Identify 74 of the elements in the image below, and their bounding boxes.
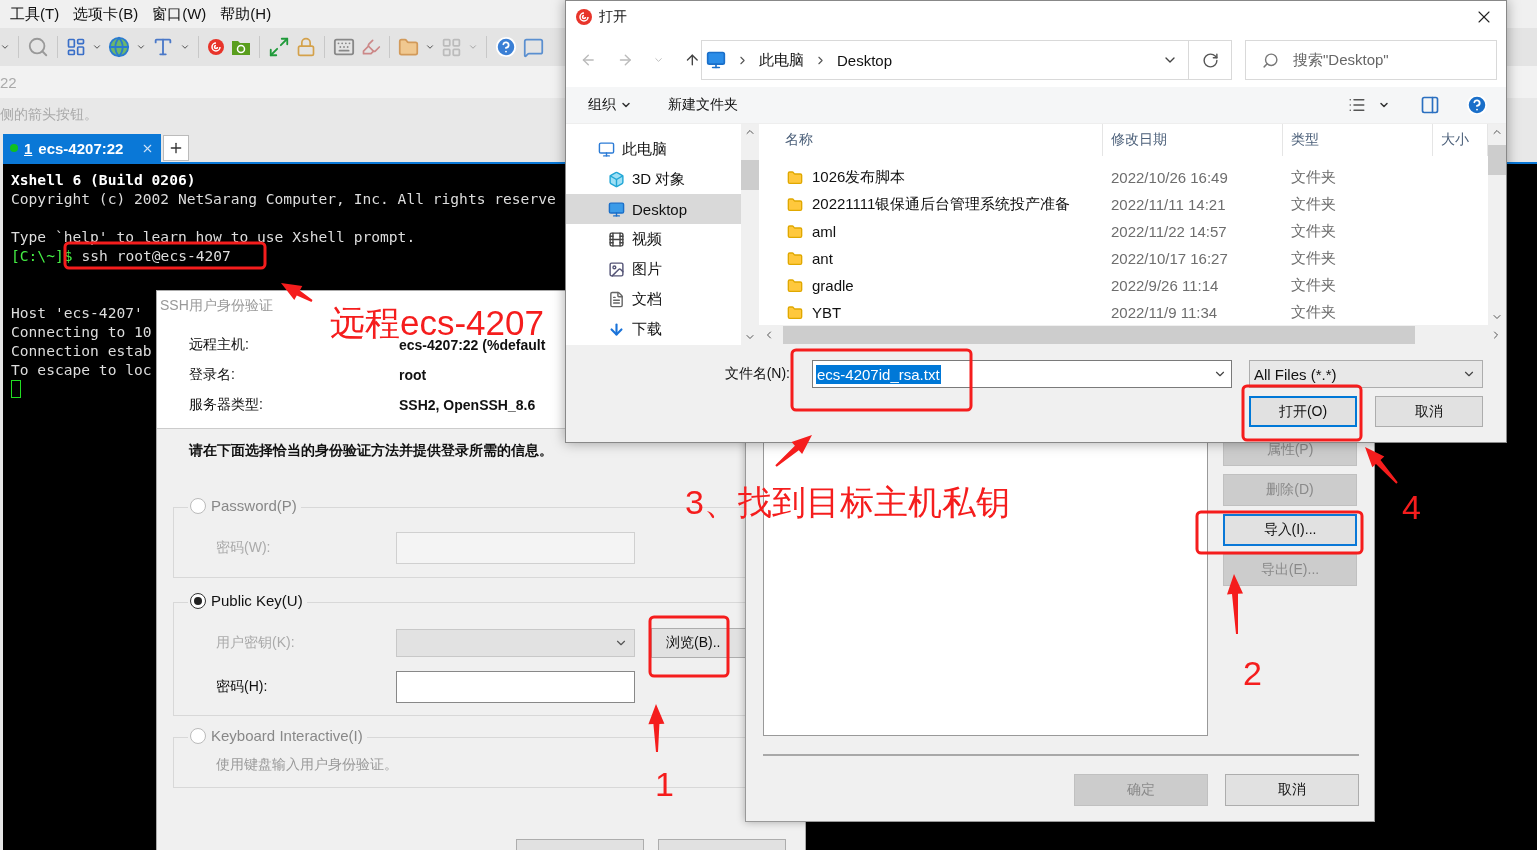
file-type: 文件夹 — [1290, 276, 1337, 295]
file-type-select[interactable]: All Files (*.*) — [1249, 360, 1483, 388]
info-value: ecs-4207:22 (%default — [399, 337, 546, 353]
file-type: 文件夹 — [1290, 222, 1337, 241]
menu-item[interactable]: 选项卡(B) — [66, 4, 146, 24]
info-label: 远程主机: — [189, 336, 250, 354]
file-name[interactable]: gradle — [812, 277, 854, 294]
terminal-line: Connecting to 10 — [11, 323, 152, 340]
session-tab[interactable]: 1 ecs-4207:22 — [3, 134, 161, 162]
info-value: root — [399, 367, 427, 383]
terminal-line: To escape to loc — [11, 361, 152, 378]
terminal-line: Type `help' to learn how to use Xshell prompt. — [11, 228, 416, 245]
address-text: 22 — [0, 73, 17, 91]
file-type: 文件夹 — [1290, 303, 1337, 322]
step-number: 1 — [655, 767, 674, 801]
annotation-text: 远程ecs-4207 — [330, 305, 544, 340]
nav-item[interactable]: 此电脑 — [566, 134, 741, 164]
nav-item[interactable]: 图片 — [566, 254, 741, 284]
dialog-button[interactable]: 打开(O) — [1249, 396, 1357, 427]
terminal-command: ssh root@ecs-4207 — [81, 247, 231, 264]
filename-field[interactable]: ecs-4207id_rsa.txt — [812, 360, 1232, 388]
file-type: 文件夹 — [1290, 195, 1337, 214]
dialog-title: SSH用户身份验证 — [160, 297, 273, 313]
menu-item[interactable]: 帮助(H) — [213, 4, 279, 24]
info-value: SSH2, OpenSSH_8.6 — [399, 397, 536, 413]
column-header[interactable]: 修改日期 — [1103, 124, 1283, 156]
info-label: 登录名: — [189, 366, 236, 384]
file-date: 2022/10/26 16:49 — [1110, 169, 1229, 186]
terminal-line: Host 'ecs-4207' — [11, 304, 143, 321]
file-type: 文件夹 — [1290, 249, 1337, 268]
terminal-line: Xshell 6 (Build 0206) — [11, 171, 196, 188]
path-segment[interactable]: Desktop — [837, 51, 893, 69]
dialog-button[interactable]: 取消 — [1375, 396, 1483, 427]
toolbar-button[interactable]: 新建文件夹 — [668, 96, 738, 114]
info-label: 服务器类型: — [189, 396, 264, 414]
file-name[interactable]: 20221111银保通后台管理系统投产准备 — [812, 195, 1071, 214]
nav-item[interactable]: 文档 — [566, 284, 741, 314]
method-description: 使用键盘输入用户身份验证。 — [216, 756, 399, 774]
instruction-text: 请在下面选择恰当的身份验证方法并提供登录所需的信息。 — [189, 442, 553, 458]
nav-item[interactable]: 视频 — [566, 224, 741, 254]
dialog-button[interactable]: 取消 — [1225, 774, 1359, 806]
filename-label: 文件名(N): — [723, 365, 790, 383]
field-label: 用户密钥(K): — [216, 634, 296, 652]
field-label: 密码(W): — [216, 539, 272, 557]
file-name[interactable]: aml — [812, 223, 837, 240]
column-header[interactable]: 类型 — [1283, 124, 1433, 156]
file-name[interactable]: 1026发布脚本 — [812, 168, 906, 187]
menu-item[interactable]: 工具(T) — [3, 4, 67, 24]
file-date: 2022/10/17 16:27 — [1110, 250, 1229, 267]
key-action-button[interactable]: 导入(I)... — [1223, 514, 1357, 546]
file-name[interactable]: YBT — [812, 304, 842, 321]
annotation-text: 3、找到目标主机私钥 — [685, 485, 1010, 519]
file-name[interactable]: ant — [812, 250, 833, 267]
menu-item[interactable]: 窗口(W) — [145, 4, 214, 24]
file-date: 2022/9/26 11:14 — [1110, 277, 1220, 294]
step-number: 2 — [1243, 656, 1262, 690]
search-field[interactable]: 搜索"Desktop" — [1245, 40, 1497, 80]
step-number: 4 — [1402, 490, 1421, 524]
nav-item[interactable]: Desktop — [566, 194, 741, 224]
terminal-line: Copyright (c) 2002 NetSarang Computer, Inc. All rights reserve — [11, 190, 556, 207]
nav-item[interactable]: 下载 — [566, 314, 741, 344]
path-segment[interactable]: 此电脑 — [759, 50, 804, 70]
column-header[interactable]: 名称 — [759, 124, 1103, 156]
path-bar[interactable]: 此电脑 Desktop — [701, 40, 1189, 80]
file-date: 2022/11/11 14:21 — [1110, 196, 1227, 213]
dialog-title: 打开 — [599, 8, 628, 26]
terminal-line: Connection estab — [11, 342, 152, 359]
file-type: 文件夹 — [1290, 168, 1337, 187]
field-label: 密码(H): — [216, 678, 269, 696]
toolbar-button[interactable]: 组织 — [588, 96, 632, 114]
file-date: 2022/11/9 11:34 — [1110, 304, 1219, 321]
hint-text: 侧的箭头按钮。 — [0, 106, 98, 124]
file-date: 2022/11/22 14:57 — [1110, 223, 1228, 240]
nav-item[interactable]: 3D 对象 — [566, 164, 741, 194]
